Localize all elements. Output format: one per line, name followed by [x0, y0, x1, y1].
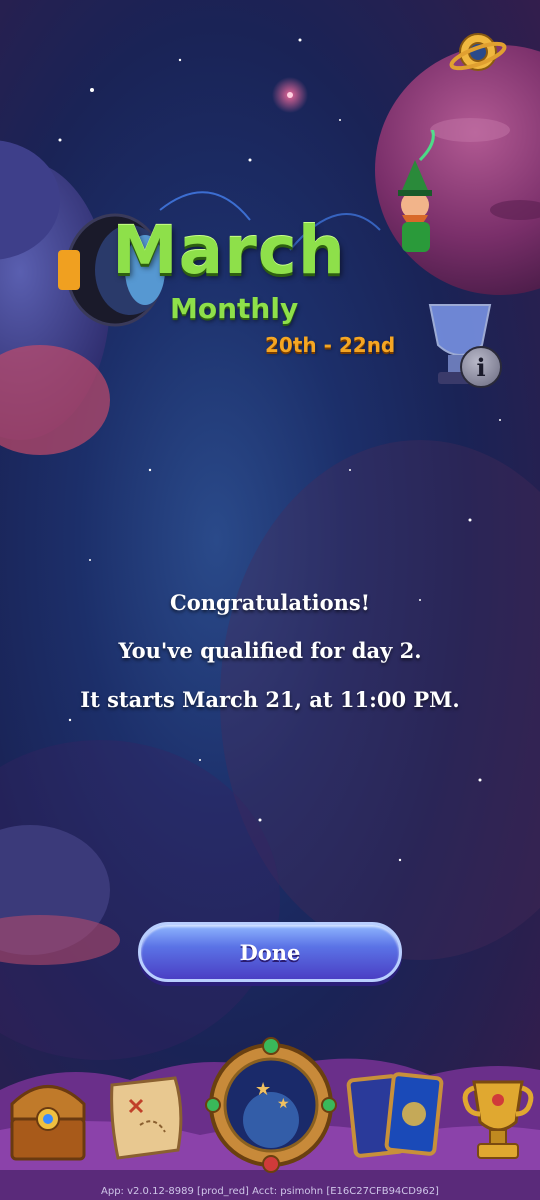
- done-button-label: Done: [239, 939, 301, 965]
- event-title: March: [112, 212, 346, 289]
- message-start-time: It starts March 21, at 11:00 PM.: [80, 687, 460, 712]
- message-congratulations: Congratulations!: [170, 590, 370, 615]
- bottom-nav: ★ ★: [0, 1030, 540, 1180]
- event-subtitle: Monthly: [170, 292, 299, 325]
- svg-text:★: ★: [255, 1079, 271, 1100]
- message-qualified: You've qualified for day 2.: [118, 638, 422, 663]
- treasure-chest-icon[interactable]: [6, 1064, 90, 1164]
- app-version-footer: App: v2.0.12-8989 [prod_red] Acct: psimo…: [101, 1186, 439, 1197]
- event-dates: 20th - 22nd: [265, 333, 396, 357]
- cards-icon[interactable]: [346, 1066, 446, 1166]
- treasure-map-icon[interactable]: [100, 1070, 190, 1165]
- done-button[interactable]: Done: [138, 922, 402, 982]
- info-icon: i: [476, 352, 486, 382]
- settings-planet-icon[interactable]: [448, 22, 508, 82]
- info-button[interactable]: i: [460, 346, 502, 388]
- portal-icon[interactable]: ★ ★: [205, 1030, 337, 1180]
- trophy-icon[interactable]: [458, 1070, 538, 1166]
- svg-text:★: ★: [277, 1096, 290, 1112]
